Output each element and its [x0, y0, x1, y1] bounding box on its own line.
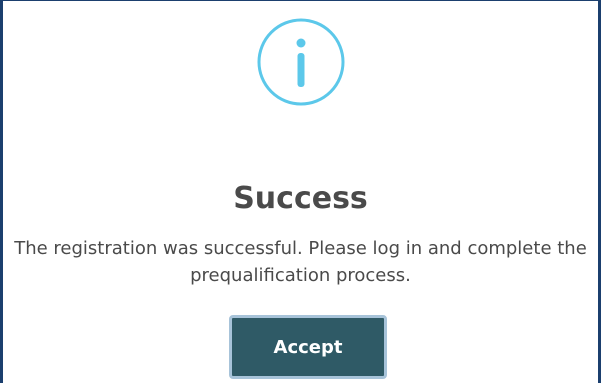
success-dialog: Success The registration was successful.…	[0, 0, 601, 383]
accept-button[interactable]: Accept	[229, 315, 387, 379]
dialog-title: Success	[233, 181, 368, 216]
info-icon	[257, 18, 345, 106]
dialog-message: The registration was successful. Please …	[14, 238, 587, 286]
